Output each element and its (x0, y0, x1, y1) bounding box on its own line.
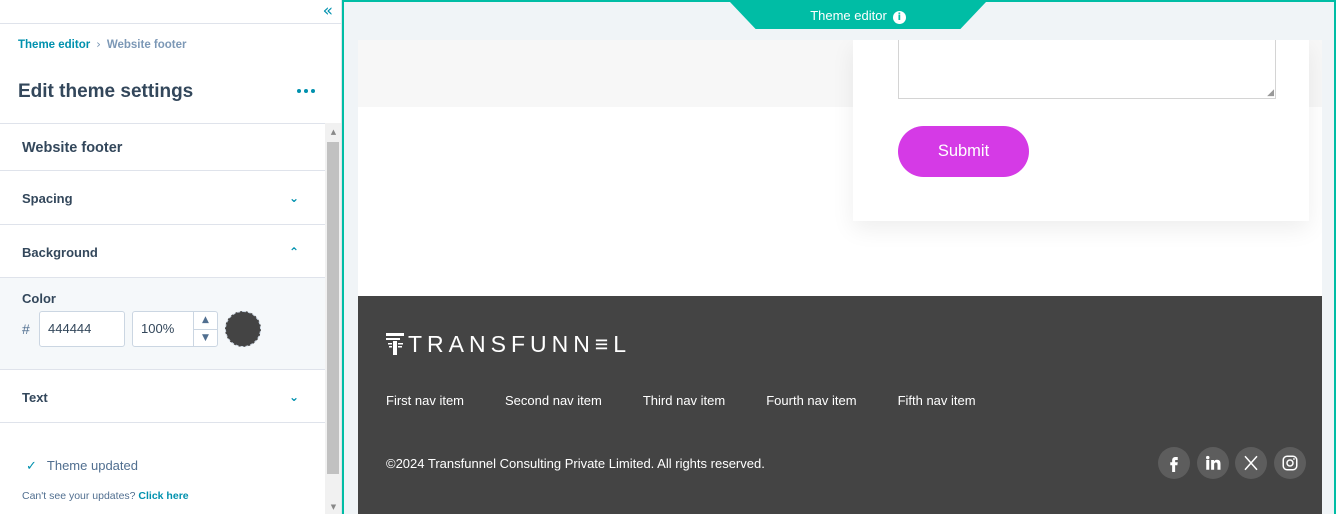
section-title: Website footer (22, 140, 123, 156)
accordion-background[interactable]: Background ⌃ (0, 225, 325, 278)
stepper-up-icon[interactable]: ▲ (194, 312, 217, 329)
scroll-down-icon[interactable]: ▼ (325, 500, 341, 514)
accordion-text[interactable]: Text ⌄ (0, 370, 325, 423)
chevron-down-icon: ⌄ (288, 191, 299, 205)
opacity-input[interactable]: 100% ▲ ▼ (132, 311, 218, 347)
section-website-footer: Website footer (0, 124, 325, 171)
more-options-icon[interactable] (296, 80, 318, 102)
accordion-spacing[interactable]: Spacing ⌄ (0, 171, 325, 225)
info-icon[interactable]: i (892, 11, 906, 24)
color-label: Color (22, 291, 56, 306)
linkedin-icon[interactable] (1197, 447, 1229, 479)
panel-scrollbar[interactable]: ▲ ▼ (325, 123, 341, 514)
message-textarea[interactable]: ◢ (898, 40, 1276, 99)
page-title: Edit theme settings (18, 81, 194, 102)
opacity-stepper: ▲ ▼ (193, 312, 217, 346)
color-swatch[interactable] (225, 311, 261, 347)
background-color-field: Color # 444444 100% ▲ ▼ (0, 278, 325, 370)
theme-editor-tab: Theme editor i (730, 2, 986, 29)
x-icon[interactable] (1235, 447, 1267, 479)
status-message: ✓ Theme updated (26, 458, 138, 474)
scrollbar-thumb[interactable] (327, 142, 339, 474)
form-card: ◢ Submit (853, 40, 1309, 221)
footer-nav: First nav item Second nav item Third nav i… (386, 393, 1017, 408)
chevron-up-icon: ⌃ (288, 245, 299, 259)
theme-editor-tab-label: Theme editor (810, 8, 887, 23)
facebook-icon[interactable] (1158, 447, 1190, 479)
nav-item-third[interactable]: Third nav item (643, 393, 725, 408)
logo-wordmark: TRANSFUNN≡L (408, 331, 632, 357)
hex-color-input[interactable]: 444444 (39, 311, 125, 347)
resize-handle-icon[interactable]: ◢ (1267, 88, 1274, 98)
accordion-background-label: Background (22, 245, 98, 260)
website-footer: TRANSFUNN≡L First nav item Second nav ite… (358, 296, 1322, 514)
click-here-link[interactable]: Click here (138, 490, 188, 502)
update-hint: Can't see your updates? Click here (22, 490, 189, 502)
checkmark-icon: ✓ (26, 459, 37, 474)
nav-item-fifth[interactable]: Fifth nav item (898, 393, 976, 408)
hash-symbol: # (22, 321, 30, 337)
theme-settings-panel: « Theme editor › Website footer Edit theme… (0, 0, 342, 514)
breadcrumb-theme-editor[interactable]: Theme editor (18, 39, 90, 51)
chevron-down-icon: ⌄ (288, 390, 299, 404)
collapse-panel-icon[interactable]: « (323, 2, 333, 20)
nav-item-fourth[interactable]: Fourth nav item (766, 393, 856, 408)
accordion-text-label: Text (22, 390, 48, 405)
stepper-down-icon[interactable]: ▼ (194, 329, 217, 346)
status-text: Theme updated (46, 458, 138, 473)
settings-list: Website footer Spacing ⌄ Background ⌃ Co… (0, 123, 325, 514)
breadcrumb: Theme editor › Website footer (18, 37, 187, 51)
scroll-up-icon[interactable]: ▲ (325, 125, 341, 139)
breadcrumb-current: Website footer (106, 39, 187, 51)
accordion-spacing-label: Spacing (22, 191, 73, 206)
copyright-text: ©2024 Transfunnel Consulting Private Lim… (386, 456, 765, 471)
chevron-right-icon: › (96, 37, 101, 51)
instagram-icon[interactable] (1274, 447, 1306, 479)
hint-text: Can't see your updates? (22, 490, 136, 502)
nav-item-second[interactable]: Second nav item (505, 393, 602, 408)
website-preview: ◢ Submit TRANSFUNN≡L First nav item Secon… (358, 40, 1322, 514)
nav-item-first[interactable]: First nav item (386, 393, 464, 408)
opacity-value: 100% (141, 321, 175, 336)
logo-mark-icon (386, 333, 404, 355)
submit-button[interactable]: Submit (898, 126, 1029, 177)
panel-toolbar: « (0, 0, 341, 24)
preview-frame: Theme editor i ◢ Submit TRANSFUNN≡L Firs… (342, 0, 1336, 514)
